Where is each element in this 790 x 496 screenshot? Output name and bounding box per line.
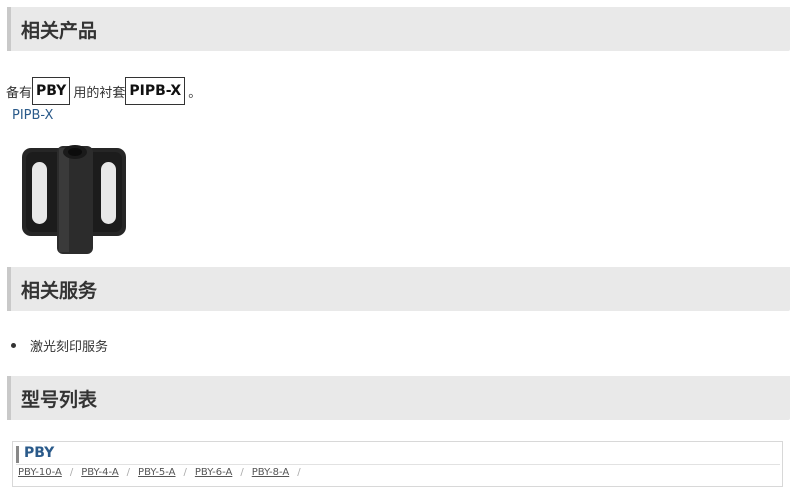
related-services-title: 相关服务 xyxy=(21,280,98,302)
model-group-title-bar: PBY xyxy=(16,445,780,465)
model-link-pby-6-a[interactable]: PBY-6-A xyxy=(195,467,232,478)
related-products-header: 相关产品 xyxy=(7,7,790,51)
pipb-x-link[interactable]: PIPB-X xyxy=(12,108,53,123)
model-link-pby-4-a[interactable]: PBY-4-A xyxy=(81,467,118,478)
related-products-title: 相关产品 xyxy=(21,20,98,42)
separator: / xyxy=(240,467,244,478)
model-list-title: 型号列表 xyxy=(21,389,98,411)
model-list-header: 型号列表 xyxy=(7,376,790,420)
related-services-header: 相关服务 xyxy=(7,267,790,311)
bushing-product-image[interactable] xyxy=(20,140,130,255)
separator: / xyxy=(183,467,187,478)
model-links: PBY-10-A / PBY-4-A / PBY-5-A / PBY-6-A /… xyxy=(18,467,309,478)
list-item: 激光刻印服务 xyxy=(8,336,108,355)
model-link-pby-5-a[interactable]: PBY-5-A xyxy=(138,467,175,478)
model-link-pby-8-a[interactable]: PBY-8-A xyxy=(252,467,289,478)
model-group-title[interactable]: PBY xyxy=(24,445,54,461)
accessory-code-pipb: PIPB-X xyxy=(125,77,186,105)
description-suffix: 。 xyxy=(188,85,202,101)
bullet-dot-icon xyxy=(11,343,16,348)
description-middle: 用的衬套 xyxy=(73,85,126,101)
product-description: 备有 PBY 用的衬套 PIPB-X 。 xyxy=(6,76,201,106)
model-link-pby-10-a[interactable]: PBY-10-A xyxy=(18,467,62,478)
separator: / xyxy=(126,467,131,478)
separator: / xyxy=(69,467,74,478)
model-group-box: PBY PBY-10-A / PBY-4-A / PBY-5-A / PBY-6… xyxy=(12,441,783,487)
product-code-pby: PBY xyxy=(32,77,71,105)
description-prefix: 备有 xyxy=(6,85,33,101)
title-accent-bar xyxy=(16,446,19,463)
services-list: 激光刻印服务 xyxy=(8,336,108,355)
laser-marking-service-link[interactable]: 激光刻印服务 xyxy=(30,336,108,355)
separator: / xyxy=(297,467,301,478)
